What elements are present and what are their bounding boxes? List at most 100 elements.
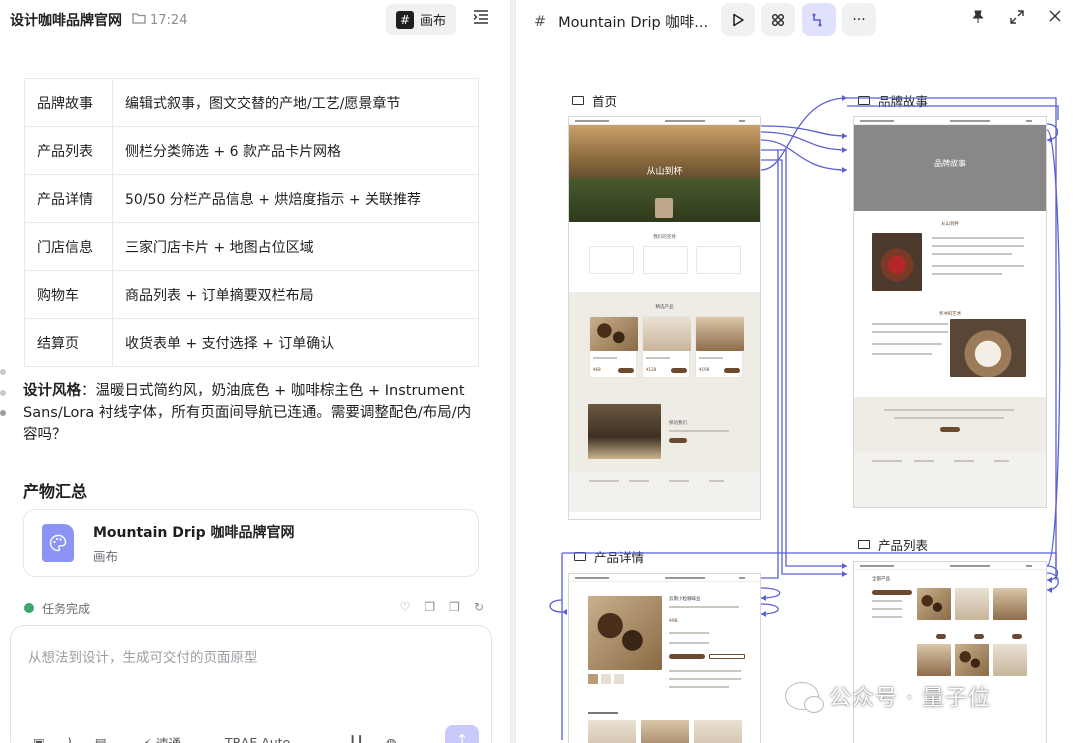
attach-icon[interactable]: ⌇ bbox=[67, 735, 73, 743]
folder-icon bbox=[132, 12, 146, 28]
palette-icon bbox=[42, 524, 74, 562]
like-icon[interactable]: ♡ bbox=[400, 600, 411, 614]
frame-icon: # bbox=[395, 10, 414, 29]
scroll-dot bbox=[0, 369, 6, 375]
style-description: ：温暖日式简约风，奶油底色 + 咖啡棕主色 + Instrument Sans/… bbox=[23, 383, 472, 443]
pin-icon[interactable] bbox=[972, 10, 984, 28]
task-title: 设计咖啡品牌官网 bbox=[10, 13, 122, 29]
home-footer bbox=[569, 472, 760, 512]
grid-button[interactable] bbox=[761, 3, 795, 36]
watermark-text: 公众号 · 量子位 bbox=[829, 686, 991, 711]
refresh-icon[interactable]: ↻ bbox=[474, 600, 484, 614]
detail-frame[interactable]: 云南小粒咖啡豆 ¥98 bbox=[568, 573, 761, 743]
canvas-button-label: 画布 bbox=[419, 14, 446, 29]
image-icon[interactable]: ▣ bbox=[33, 735, 45, 743]
prompt-composer: ▣ ⌇ ▤ ⌄ ⚡ 速通 TRAE Auto ⌄ ┃┃ ◍ ↑ bbox=[10, 625, 492, 743]
monitor-icon bbox=[572, 96, 584, 105]
scroll-dot bbox=[0, 410, 6, 416]
detail-product-name: 云南小粒咖啡豆 bbox=[669, 597, 701, 602]
page-desc-cell: 侧栏分类筛选 + 6 款产品卡片网格 bbox=[112, 126, 479, 175]
output-card[interactable]: Mountain Drip 咖啡品牌官网 画布 bbox=[23, 509, 479, 577]
products-section: 精选产品 ¥68 ¥128 ¥198 bbox=[569, 292, 760, 402]
origin-section: 从山到杯 bbox=[854, 211, 1046, 307]
table-row: 产品列表 侧栏分类筛选 + 6 款产品卡片网格 bbox=[24, 126, 479, 175]
page-name-cell: 购物车 bbox=[24, 270, 113, 319]
outline-icon[interactable] bbox=[470, 10, 492, 30]
table-row: 品牌故事 编辑式叙事，图文交替的产地/工艺/愿景章节 bbox=[24, 78, 479, 127]
design-style-paragraph: 设计风格：温暖日式简约风，奶油底色 + 咖啡棕主色 + Instrument S… bbox=[23, 380, 483, 446]
craft-section: 手冲的艺术 bbox=[854, 307, 1046, 397]
page-desc-cell: 商品列表 + 订单摘要双栏布局 bbox=[112, 270, 479, 319]
canvas-button[interactable]: # 画布 bbox=[386, 4, 456, 35]
home-frame[interactable]: 从山到杯 我们的坚持 精选产品 ¥68 ¥128 ¥198 探访我们 bbox=[568, 116, 761, 520]
page-desc-cell: 50/50 分栏产品信息 + 烘焙度指示 + 关联推荐 bbox=[112, 174, 479, 223]
output-card-title: Mountain Drip 咖啡品牌官网 bbox=[93, 524, 295, 541]
mini-nav bbox=[854, 562, 1046, 570]
frame-label-story[interactable]: 品牌故事 bbox=[858, 91, 928, 110]
flow-links-button[interactable] bbox=[802, 3, 836, 36]
page-name-cell: 门店信息 bbox=[24, 222, 113, 271]
watermark: 公众号 · 量子位 bbox=[785, 680, 991, 713]
detail-price: ¥98 bbox=[669, 619, 678, 624]
monitor-icon bbox=[574, 552, 586, 561]
duplicate-icon[interactable]: ❒ bbox=[449, 600, 460, 614]
task-status-row: 任务完成 ♡ ❐ ❒ ↻ bbox=[24, 600, 484, 614]
composer-toolbar: ▣ ⌇ ▤ ⌄ ⚡ 速通 TRAE Auto ⌄ ┃┃ ◍ bbox=[33, 732, 473, 743]
canvas-panel: # Mountain Drip 咖啡... ··· 首页 品牌故事 产品详情 产… bbox=[516, 0, 1080, 743]
table-row: 购物车 商品列表 + 订单摘要双栏布局 bbox=[24, 270, 479, 319]
story-frame[interactable]: 品牌故事 从山到杯 手冲的艺术 bbox=[853, 116, 1047, 508]
list-frame[interactable]: 全部产品 bbox=[853, 561, 1047, 743]
frame-label-detail[interactable]: 产品详情 bbox=[574, 547, 644, 566]
mini-nav bbox=[854, 117, 1046, 125]
output-card-type: 画布 bbox=[93, 548, 119, 564]
chat-panel: 设计咖啡品牌官网 17:24 # 画布 品牌故事 编辑式叙事，图文交替的产地/工艺… bbox=[0, 0, 510, 743]
scroll-dot bbox=[0, 390, 6, 396]
vision-section bbox=[854, 397, 1046, 452]
page-desc-cell: 编辑式叙事，图文交替的产地/工艺/愿景章节 bbox=[112, 78, 479, 127]
more-button[interactable]: ··· bbox=[842, 3, 876, 36]
file-icon[interactable]: ▤ ⌄ bbox=[95, 735, 121, 743]
style-label: 设计风格 bbox=[23, 383, 81, 399]
mini-nav bbox=[569, 117, 760, 125]
page-name-cell: 产品详情 bbox=[24, 174, 113, 223]
prompt-input[interactable] bbox=[28, 646, 468, 686]
mini-nav bbox=[569, 574, 760, 582]
visit-section: 探访我们 bbox=[569, 402, 760, 472]
page-name-cell: 结算页 bbox=[24, 318, 113, 367]
list-heading: 全部产品 bbox=[872, 577, 890, 582]
model-label: TRAE Auto bbox=[224, 734, 291, 743]
table-row: 产品详情 50/50 分栏产品信息 + 烘焙度指示 + 关联推荐 bbox=[24, 174, 479, 223]
preview-button[interactable] bbox=[721, 3, 755, 36]
page-name-cell: 品牌故事 bbox=[24, 78, 113, 127]
mode-selector[interactable]: ⚡ 速通 bbox=[143, 733, 203, 743]
frame-hash-icon: # bbox=[534, 13, 547, 30]
task-status: 任务完成 bbox=[42, 602, 91, 614]
table-row: 门店信息 三家门店卡片 + 地图占位区域 bbox=[24, 222, 479, 271]
story-hero: 品牌故事 bbox=[854, 125, 1046, 211]
page-desc-cell: 三家门店卡片 + 地图占位区域 bbox=[112, 222, 479, 271]
app-window: 设计咖啡品牌官网 17:24 # 画布 品牌故事 编辑式叙事，图文交替的产地/工艺… bbox=[0, 0, 1080, 743]
canvas-header: # Mountain Drip 咖啡... ··· bbox=[516, 0, 1080, 40]
expand-icon[interactable] bbox=[1010, 10, 1024, 28]
page-name-cell: 产品列表 bbox=[24, 126, 113, 175]
monitor-icon bbox=[858, 540, 870, 549]
pages-table: 品牌故事 编辑式叙事，图文交替的产地/工艺/愿景章节 产品列表 侧栏分类筛选 + 6 … bbox=[24, 78, 479, 367]
task-time: 17:24 bbox=[150, 12, 188, 28]
monitor-icon bbox=[858, 96, 870, 105]
canvas-title: Mountain Drip 咖啡... bbox=[558, 15, 709, 31]
home-hero: 从山到杯 bbox=[569, 125, 760, 222]
copy-icon[interactable]: ❐ bbox=[424, 600, 435, 614]
frame-label-list[interactable]: 产品列表 bbox=[858, 535, 928, 554]
table-row: 结算页 收货表单 + 支付选择 + 订单确认 bbox=[24, 318, 479, 367]
values-section: 我们的坚持 bbox=[569, 222, 760, 292]
send-button[interactable]: ↑ bbox=[445, 725, 479, 743]
chart-icon[interactable]: ┃┃ bbox=[349, 735, 364, 743]
close-icon[interactable] bbox=[1049, 10, 1061, 26]
mode-label: 速通 bbox=[155, 735, 181, 743]
success-dot-icon bbox=[24, 603, 34, 613]
mic-icon[interactable]: ◍ bbox=[386, 735, 397, 743]
model-selector[interactable]: TRAE Auto ⌄ bbox=[225, 735, 327, 743]
frame-label-home[interactable]: 首页 bbox=[572, 91, 617, 110]
page-desc-cell: 收货表单 + 支付选择 + 订单确认 bbox=[112, 318, 479, 367]
outputs-heading: 产物汇总 bbox=[23, 482, 88, 501]
